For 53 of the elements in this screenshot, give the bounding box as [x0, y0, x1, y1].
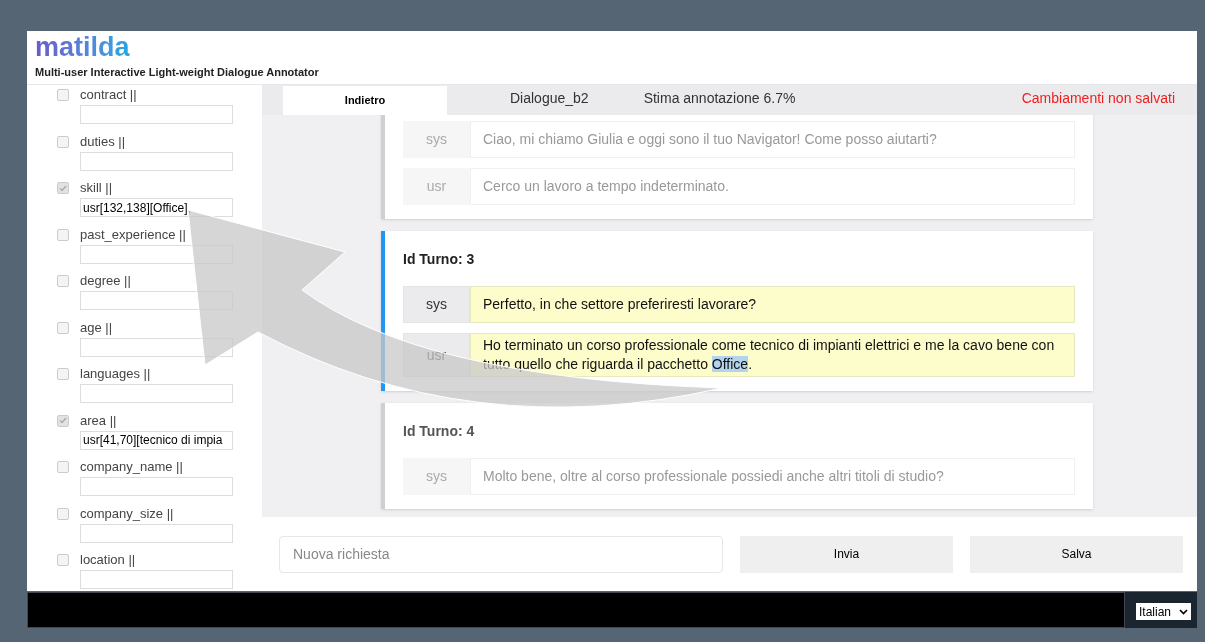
message-text: Molto bene, oltre al corso professionale possiedi anche altri titoli di studio?: [470, 458, 1075, 495]
slot-label: company_name ||: [80, 458, 183, 477]
slot-label: skill ||: [80, 179, 113, 198]
checkbox[interactable]: [57, 135, 69, 148]
send-button[interactable]: Invia: [740, 535, 953, 573]
checkbox[interactable]: [57, 368, 69, 380]
slot-field[interactable]: [80, 105, 233, 124]
speaker-label: sys: [403, 458, 470, 495]
request-input[interactable]: Nuova richiesta: [279, 535, 723, 573]
message-text: Cerco un lavoro a tempo indeterminato.: [470, 168, 1075, 205]
turn-card[interactable]: [381, 231, 1093, 391]
chevron-down-icon: [1179, 608, 1188, 615]
checkbox[interactable]: [57, 182, 69, 194]
checkbox[interactable]: [57, 507, 69, 520]
turn-card[interactable]: Id Turno: 4 sys Molto bene, oltre al corso professionale possiedi anche altri titoli di studio?: [381, 403, 1093, 509]
turn-title: Id Turno: 3: [403, 250, 476, 269]
slot-field[interactable]: [80, 570, 233, 589]
app-subtitle: Multi-user Interactive Light-weight Dialogue Annotator: [35, 65, 320, 81]
slot-label: company_size ||: [80, 504, 174, 523]
slot-field[interactable]: [80, 151, 233, 171]
speaker-label: sys: [403, 121, 470, 158]
message-text: Ho terminato un corso professionale come tecnico di impianti elettrici e me la cavo bene con tutto quello che riguarda il pacchetto Office.: [470, 333, 1075, 377]
save-button[interactable]: Salva: [970, 535, 1183, 573]
slot-field[interactable]: [80, 384, 233, 403]
language-select[interactable]: Italian: [1136, 603, 1191, 620]
slot-field[interactable]: [80, 523, 233, 543]
checkbox[interactable]: [57, 89, 69, 101]
slot-label: languages ||: [80, 365, 151, 384]
checkbox[interactable]: [57, 554, 69, 566]
speaker-label: sys: [403, 286, 470, 323]
turn-title: Id Turno: 4: [403, 422, 476, 441]
checkbox[interactable]: [57, 461, 69, 473]
message-text: Perfetto, in che settore preferiresti lavorare?: [470, 286, 1075, 323]
slot-field[interactable]: usr[132,138][Office],: [80, 198, 233, 217]
back-tab[interactable]: Indietro: [283, 86, 447, 115]
checkbox[interactable]: [57, 414, 69, 427]
slot-label: duties ||: [80, 132, 126, 151]
slot-field[interactable]: usr[41,70][tecnico di impia: [80, 430, 233, 450]
slot-label: location ||: [80, 551, 136, 570]
slot-label: contract ||: [80, 86, 137, 105]
message-text: Ciao, mi chiamo Giulia e oggi sono il tuo Navigator! Come posso aiutarti?: [470, 121, 1075, 158]
speaker-label: usr: [403, 168, 470, 205]
checkbox[interactable]: [57, 321, 69, 334]
checkbox[interactable]: [57, 228, 69, 241]
slot-label: age ||: [80, 318, 113, 337]
slot-field[interactable]: [80, 477, 233, 496]
dialogue-name: Dialogue_b2: [510, 89, 589, 108]
checkbox[interactable]: [57, 275, 69, 287]
slot-label: past_experience ||: [80, 225, 186, 244]
slot-label: area ||: [80, 411, 117, 430]
unsaved-warning: Cambiamenti non salvati: [1021, 89, 1175, 108]
slot-label: degree ||: [80, 272, 131, 291]
annotation-estimate: Stima annotazione 6.7%: [643, 89, 796, 108]
